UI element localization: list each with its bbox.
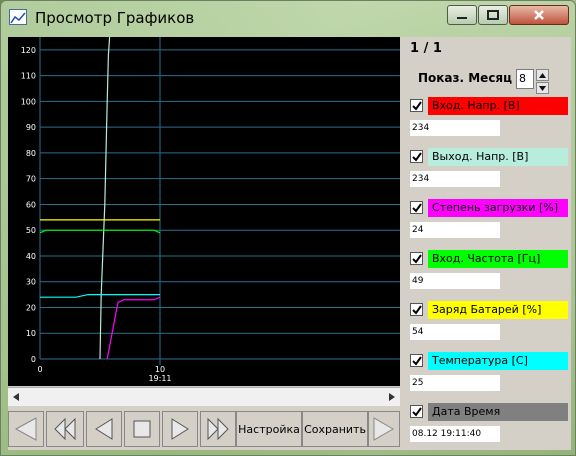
bar-arrow-right-icon — [373, 417, 394, 441]
check-icon — [411, 355, 422, 366]
maximize-button[interactable] — [478, 5, 508, 25]
scroll-left-button[interactable] — [9, 389, 25, 405]
chart-icon — [9, 9, 27, 25]
check-icon — [411, 253, 422, 264]
minimize-icon — [457, 17, 467, 19]
series-value-field[interactable]: 54 — [410, 324, 500, 340]
window-title: Просмотр Графиков — [35, 9, 195, 27]
series-label: Заряд Батарей [%] — [428, 301, 568, 319]
double-chevron-right-icon — [207, 417, 229, 441]
series-line — [39, 229, 161, 234]
series-checkbox[interactable] — [410, 99, 423, 112]
y-tick-label: 120 — [21, 46, 36, 55]
series-panel: 1 / 1 Показ. Месяц 8 Вход. Напр. [В] 234 В… — [404, 37, 571, 450]
series-label: Степень загрузки [%] — [428, 199, 568, 217]
line-chart: 01020304050607080901001101200 1019:11 — [21, 36, 400, 383]
y-tick-label: 0 — [31, 355, 36, 364]
x-tick-sublabel: 19:11 — [148, 374, 171, 383]
maximize-icon — [487, 10, 499, 20]
series-line — [99, 36, 111, 360]
series-checkbox[interactable] — [410, 252, 423, 265]
series-value-field[interactable]: 234 — [410, 171, 500, 187]
scroll-right-button[interactable] — [383, 389, 399, 405]
series-label: Вход. Частота [Гц] — [428, 250, 568, 268]
y-tick-label: 40 — [26, 252, 36, 261]
navigation-bar: Настройка Сохранить — [8, 409, 400, 449]
month-spinner[interactable] — [536, 69, 549, 94]
y-tick-label: 20 — [26, 303, 36, 312]
triangle-left-icon — [95, 418, 113, 440]
check-icon — [411, 406, 422, 417]
series-value-field[interactable]: 234 — [410, 120, 500, 136]
x-tick-label: 0 — [37, 365, 42, 374]
y-tick-label: 90 — [26, 123, 36, 132]
series-value-field[interactable]: 25 — [410, 375, 500, 391]
chart-area: 0 10 20 30 40 50 60 70 80 90 100 110 120 0 10 19:11 — [8, 36, 400, 386]
main-window: Просмотр Графиков 0 10 20 30 40 50 60 70 80 90 100… — [0, 0, 576, 456]
check-icon — [411, 151, 422, 162]
month-label: Показ. Месяц — [418, 71, 513, 85]
series-value-field[interactable]: 08.12 19:11:40 — [410, 426, 500, 442]
series-line — [40, 294, 160, 298]
triangle-right-icon — [171, 418, 189, 440]
chevron-up-icon — [539, 72, 546, 78]
page-indicator: 1 / 1 — [410, 41, 442, 56]
client-area: 0 10 20 30 40 50 60 70 80 90 100 110 120 0 10 19:11 — [8, 36, 571, 450]
series-checkbox[interactable] — [410, 405, 423, 418]
horizontal-scrollbar[interactable] — [8, 387, 400, 406]
stop-button[interactable] — [124, 411, 160, 447]
check-icon — [411, 100, 422, 111]
close-icon — [534, 10, 544, 20]
title-bar[interactable]: Просмотр Графиков — [1, 1, 575, 35]
y-tick-label: 50 — [26, 226, 36, 235]
check-icon — [411, 304, 422, 315]
scroll-end-button[interactable] — [368, 411, 400, 447]
step-forward-button[interactable] — [162, 411, 198, 447]
chevron-down-icon — [539, 85, 546, 91]
spin-up-button[interactable] — [536, 69, 549, 81]
square-icon — [133, 420, 151, 438]
series-label: Температура [C] — [428, 352, 568, 370]
fast-forward-button[interactable] — [200, 411, 236, 447]
y-tick-label: 80 — [26, 149, 36, 158]
scroll-right-icon — [389, 393, 395, 401]
y-tick-label: 70 — [26, 175, 36, 184]
spin-down-button[interactable] — [536, 82, 549, 94]
series-label: Дата Время — [428, 403, 568, 421]
series-checkbox[interactable] — [410, 201, 423, 214]
step-back-button[interactable] — [86, 411, 122, 447]
y-tick-label: 110 — [21, 72, 36, 81]
fast-rewind-button[interactable] — [46, 411, 84, 447]
double-chevron-left-icon — [54, 417, 76, 441]
minimize-button[interactable] — [447, 5, 477, 25]
y-tick-label: 30 — [26, 278, 36, 287]
settings-button[interactable]: Настройка — [236, 411, 302, 447]
y-tick-label: 60 — [26, 200, 36, 209]
scroll-start-button[interactable] — [8, 411, 44, 447]
series-checkbox[interactable] — [410, 150, 423, 163]
series-checkbox[interactable] — [410, 303, 423, 316]
series-label: Вход. Напр. [В] — [428, 97, 568, 115]
close-button[interactable] — [509, 5, 569, 25]
month-input[interactable]: 8 — [516, 69, 534, 89]
series-line — [106, 296, 161, 360]
check-icon — [411, 202, 422, 213]
series-value-field[interactable]: 24 — [410, 222, 500, 238]
scroll-left-icon — [13, 393, 19, 401]
save-button[interactable]: Сохранить — [302, 411, 368, 447]
y-tick-label: 10 — [26, 329, 36, 338]
series-label: Выход. Напр. [В] — [428, 148, 568, 166]
series-checkbox[interactable] — [410, 354, 423, 367]
y-tick-label: 100 — [21, 97, 36, 106]
bar-arrow-left-icon — [14, 417, 37, 441]
series-value-field[interactable]: 49 — [410, 273, 500, 289]
x-tick-label: 10 — [155, 365, 165, 374]
